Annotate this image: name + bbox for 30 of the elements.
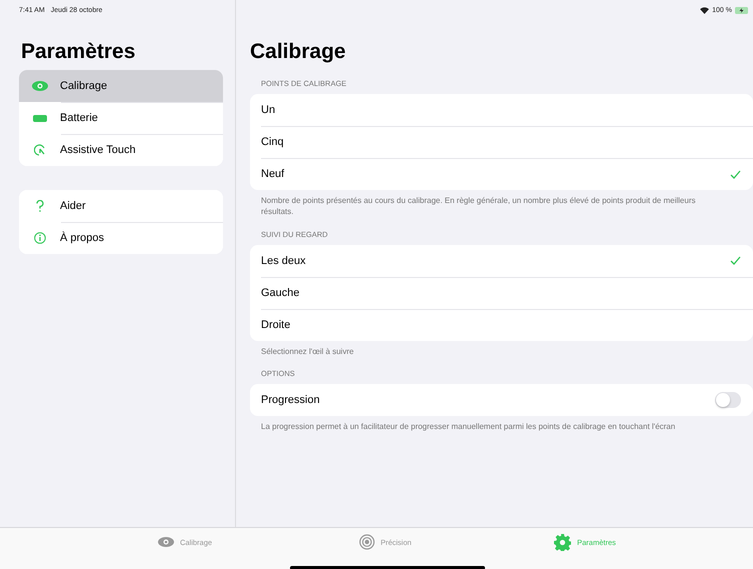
option-row[interactable]: Un (250, 94, 753, 126)
option-row[interactable]: Les deux (250, 244, 753, 277)
question-icon (36, 200, 44, 212)
option-row[interactable]: Neuf (250, 158, 753, 190)
eye-icon (32, 81, 48, 91)
option-label: Neuf (261, 168, 284, 180)
option-label: Les deux (261, 254, 306, 267)
option-row[interactable]: Cinq (250, 126, 753, 158)
sidebar-item[interactable]: Calibrage (19, 70, 223, 102)
option-row[interactable]: Gauche (250, 276, 753, 309)
option-label: Droite (261, 318, 290, 331)
section-footer: Nombre de points présentés au cours du calibrage. En règle générale, un nombre plus élevé de points produit de meilleurs résultats. (261, 196, 723, 218)
target-icon (358, 534, 375, 550)
gear-icon (554, 534, 572, 550)
option-row[interactable]: Droite (250, 308, 753, 341)
battery-icon (33, 114, 47, 122)
touch-icon (34, 144, 46, 156)
sidebar-title: Paramètres (21, 40, 136, 64)
toggle-switch[interactable] (715, 392, 741, 408)
page-title: Calibrage (250, 40, 347, 64)
option-label: Cinq (261, 136, 284, 148)
section-footer: La progression permet à un facilitateur de progresser manuellement parmi les points de calibrage en touchant l'écran (261, 422, 723, 434)
eye-icon (158, 537, 174, 547)
option-label: Un (261, 104, 276, 116)
option-label: Progression (261, 394, 320, 406)
section-footer: Sélectionnez l'œil à suivre (261, 346, 723, 358)
wifi-icon (700, 6, 710, 14)
info-icon (34, 232, 46, 244)
option-label: Gauche (261, 286, 300, 299)
battery-charging-icon (735, 6, 749, 14)
